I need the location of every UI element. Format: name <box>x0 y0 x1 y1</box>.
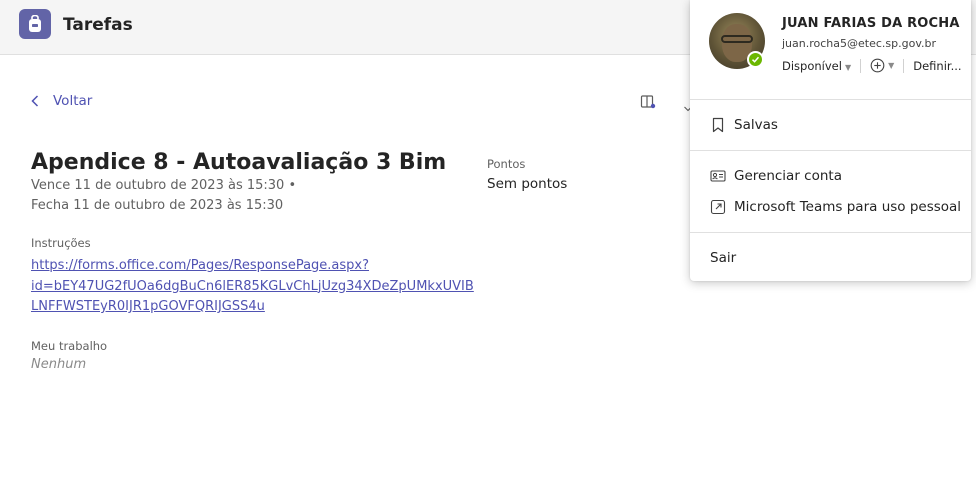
user-name: JUAN FARIAS DA ROCHA <box>782 16 960 31</box>
status-dropdown[interactable]: Disponível ▼ <box>782 59 851 73</box>
profile-menu: JUAN FARIAS DA ROCHA juan.rocha5@etec.sp… <box>690 0 971 281</box>
due-date: Vence 11 de outubro de 2023 às 15:30 • <box>31 178 297 193</box>
menu-item-sign-out[interactable]: Sair <box>710 250 736 266</box>
my-work-label: Meu trabalho <box>31 339 108 353</box>
assignment-title: Apendice 8 - Autoavaliação 3 Bim <box>31 150 447 175</box>
back-label: Voltar <box>53 93 93 109</box>
points-value: Sem pontos <box>487 176 568 192</box>
status-label: Disponível <box>782 58 842 73</box>
chevron-down-icon: ▼ <box>844 62 852 72</box>
menu-item-label: Microsoft Teams para uso pessoal <box>734 199 962 215</box>
open-external-icon <box>710 199 726 215</box>
contact-card-icon <box>710 170 726 182</box>
immersive-reader-icon[interactable] <box>640 94 656 114</box>
link-line[interactable]: id=bEY47UG2fUOa6dgBuCn6lER85KGLvChLjUzg3… <box>31 277 474 298</box>
my-work-value: Nenhum <box>31 357 87 372</box>
presence-available-icon <box>747 51 764 68</box>
set-status-button[interactable]: Definir... <box>913 59 961 73</box>
user-email: juan.rocha5@etec.sp.gov.br <box>782 37 936 50</box>
instructions-label: Instruções <box>31 236 91 250</box>
menu-item-label: Salvas <box>734 117 778 133</box>
link-line[interactable]: LNFFWSTEyR0IJR1pGOVFQRIJGSS4u <box>31 297 461 318</box>
instructions-link[interactable]: https://forms.office.com/Pages/ResponseP… <box>31 256 474 318</box>
chevron-down-icon: ▼ <box>888 61 895 70</box>
menu-item-label: Sair <box>710 250 737 266</box>
app-title: Tarefas <box>63 15 133 35</box>
chevron-left-icon <box>31 95 39 107</box>
points-label: Pontos <box>487 157 526 171</box>
menu-item-personal-teams[interactable]: Microsoft Teams para uso pessoal <box>710 199 961 215</box>
status-row: Disponível ▼ ▼ Definir... <box>782 58 962 73</box>
status-message-button[interactable]: ▼ <box>870 58 894 73</box>
location-add-icon <box>870 58 885 73</box>
back-button[interactable]: Voltar <box>31 93 92 109</box>
menu-item-label: Gerenciar conta <box>734 168 842 184</box>
link-line[interactable]: https://forms.office.com/Pages/ResponseP… <box>31 256 461 277</box>
close-date: Fecha 11 de outubro de 2023 às 15:30 <box>31 198 284 213</box>
menu-item-saved[interactable]: Salvas <box>710 117 778 133</box>
bookmark-icon <box>712 117 724 133</box>
menu-item-manage-account[interactable]: Gerenciar conta <box>710 168 842 184</box>
backpack-icon[interactable] <box>19 9 51 39</box>
